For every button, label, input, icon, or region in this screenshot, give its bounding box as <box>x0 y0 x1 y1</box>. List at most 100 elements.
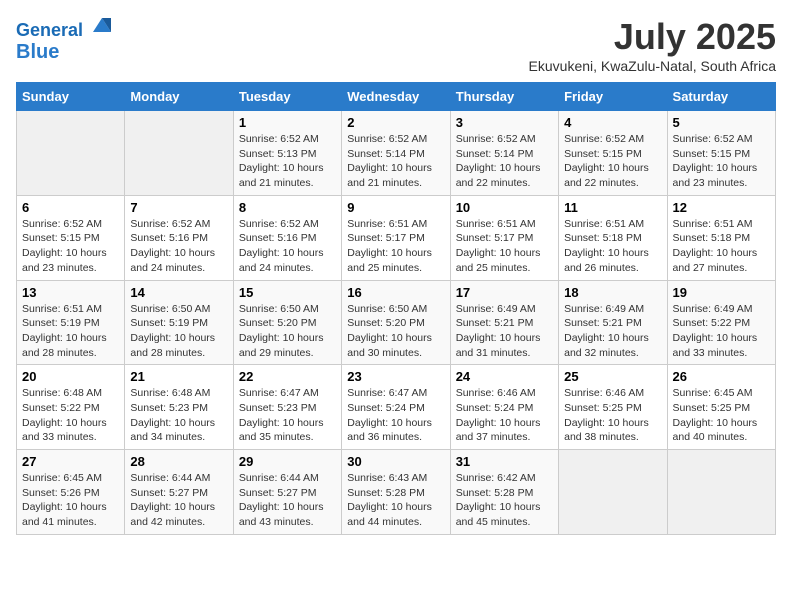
page-header: General Blue July 2025 Ekuvukeni, KwaZul… <box>16 16 776 74</box>
subtitle: Ekuvukeni, KwaZulu-Natal, South Africa <box>529 58 776 74</box>
calendar-cell: 2 Sunrise: 6:52 AM Sunset: 5:14 PM Daylig… <box>342 111 450 196</box>
day-number: 8 <box>239 200 336 215</box>
day-info: Sunrise: 6:46 AM Sunset: 5:25 PM Dayligh… <box>564 386 661 445</box>
day-info: Sunrise: 6:51 AM Sunset: 5:18 PM Dayligh… <box>564 217 661 276</box>
day-info: Sunrise: 6:51 AM Sunset: 5:18 PM Dayligh… <box>673 217 770 276</box>
day-number: 11 <box>564 200 661 215</box>
day-number: 2 <box>347 115 444 130</box>
calendar-cell: 15 Sunrise: 6:50 AM Sunset: 5:20 PM Dayli… <box>233 280 341 365</box>
day-info: Sunrise: 6:50 AM Sunset: 5:20 PM Dayligh… <box>239 302 336 361</box>
col-monday: Monday <box>125 83 233 111</box>
day-info: Sunrise: 6:50 AM Sunset: 5:19 PM Dayligh… <box>130 302 227 361</box>
day-info: Sunrise: 6:51 AM Sunset: 5:17 PM Dayligh… <box>347 217 444 276</box>
calendar-cell: 26 Sunrise: 6:45 AM Sunset: 5:25 PM Dayli… <box>667 365 775 450</box>
day-info: Sunrise: 6:49 AM Sunset: 5:21 PM Dayligh… <box>456 302 553 361</box>
calendar-cell: 17Sunrise: 6:49 AM Sunset: 5:21 PM Dayli… <box>450 280 558 365</box>
calendar-cell: 10Sunrise: 6:51 AM Sunset: 5:17 PM Dayli… <box>450 195 558 280</box>
calendar-cell: 4 Sunrise: 6:52 AM Sunset: 5:15 PM Daylig… <box>559 111 667 196</box>
calendar-week-4: 20Sunrise: 6:48 AM Sunset: 5:22 PM Dayli… <box>17 365 776 450</box>
calendar-cell: 9 Sunrise: 6:51 AM Sunset: 5:17 PM Daylig… <box>342 195 450 280</box>
header-row: Sunday Monday Tuesday Wednesday Thursday… <box>17 83 776 111</box>
day-number: 13 <box>22 285 119 300</box>
day-info: Sunrise: 6:52 AM Sunset: 5:15 PM Dayligh… <box>564 132 661 191</box>
day-number: 24 <box>456 369 553 384</box>
day-number: 28 <box>130 454 227 469</box>
calendar-cell <box>667 450 775 535</box>
day-number: 26 <box>673 369 770 384</box>
day-number: 16 <box>347 285 444 300</box>
calendar-cell: 6 Sunrise: 6:52 AM Sunset: 5:15 PM Daylig… <box>17 195 125 280</box>
calendar-cell: 7 Sunrise: 6:52 AM Sunset: 5:16 PM Daylig… <box>125 195 233 280</box>
logo: General Blue <box>16 16 113 63</box>
logo-blue: Blue <box>16 41 113 63</box>
calendar-week-3: 13Sunrise: 6:51 AM Sunset: 5:19 PM Dayli… <box>17 280 776 365</box>
day-number: 18 <box>564 285 661 300</box>
calendar-cell: 13Sunrise: 6:51 AM Sunset: 5:19 PM Dayli… <box>17 280 125 365</box>
day-number: 23 <box>347 369 444 384</box>
day-number: 14 <box>130 285 227 300</box>
day-info: Sunrise: 6:52 AM Sunset: 5:16 PM Dayligh… <box>239 217 336 276</box>
calendar-body: 1 Sunrise: 6:52 AM Sunset: 5:13 PM Daylig… <box>17 111 776 535</box>
calendar-cell: 28 Sunrise: 6:44 AM Sunset: 5:27 PM Dayli… <box>125 450 233 535</box>
logo-general: General <box>16 20 83 40</box>
calendar-cell: 20Sunrise: 6:48 AM Sunset: 5:22 PM Dayli… <box>17 365 125 450</box>
calendar-cell: 11 Sunrise: 6:51 AM Sunset: 5:18 PM Dayli… <box>559 195 667 280</box>
calendar-cell: 5 Sunrise: 6:52 AM Sunset: 5:15 PM Daylig… <box>667 111 775 196</box>
day-info: Sunrise: 6:49 AM Sunset: 5:21 PM Dayligh… <box>564 302 661 361</box>
day-number: 9 <box>347 200 444 215</box>
calendar-cell: 24 Sunrise: 6:46 AM Sunset: 5:24 PM Dayli… <box>450 365 558 450</box>
col-thursday: Thursday <box>450 83 558 111</box>
day-number: 22 <box>239 369 336 384</box>
calendar-table: Sunday Monday Tuesday Wednesday Thursday… <box>16 82 776 535</box>
day-info: Sunrise: 6:45 AM Sunset: 5:26 PM Dayligh… <box>22 471 119 530</box>
day-info: Sunrise: 6:52 AM Sunset: 5:15 PM Dayligh… <box>22 217 119 276</box>
day-info: Sunrise: 6:46 AM Sunset: 5:24 PM Dayligh… <box>456 386 553 445</box>
day-info: Sunrise: 6:52 AM Sunset: 5:14 PM Dayligh… <box>456 132 553 191</box>
day-number: 6 <box>22 200 119 215</box>
day-info: Sunrise: 6:42 AM Sunset: 5:28 PM Dayligh… <box>456 471 553 530</box>
calendar-cell: 31 Sunrise: 6:42 AM Sunset: 5:28 PM Dayli… <box>450 450 558 535</box>
col-wednesday: Wednesday <box>342 83 450 111</box>
day-number: 5 <box>673 115 770 130</box>
day-number: 29 <box>239 454 336 469</box>
calendar-cell <box>559 450 667 535</box>
day-number: 1 <box>239 115 336 130</box>
main-title: July 2025 <box>529 16 776 58</box>
day-info: Sunrise: 6:52 AM Sunset: 5:15 PM Dayligh… <box>673 132 770 191</box>
day-info: Sunrise: 6:52 AM Sunset: 5:13 PM Dayligh… <box>239 132 336 191</box>
calendar-cell <box>17 111 125 196</box>
logo-blue-text: Blue <box>16 41 59 63</box>
calendar-cell <box>125 111 233 196</box>
day-info: Sunrise: 6:47 AM Sunset: 5:24 PM Dayligh… <box>347 386 444 445</box>
day-number: 3 <box>456 115 553 130</box>
col-friday: Friday <box>559 83 667 111</box>
day-info: Sunrise: 6:47 AM Sunset: 5:23 PM Dayligh… <box>239 386 336 445</box>
calendar-cell: 30Sunrise: 6:43 AM Sunset: 5:28 PM Dayli… <box>342 450 450 535</box>
day-info: Sunrise: 6:45 AM Sunset: 5:25 PM Dayligh… <box>673 386 770 445</box>
day-number: 7 <box>130 200 227 215</box>
day-info: Sunrise: 6:52 AM Sunset: 5:14 PM Dayligh… <box>347 132 444 191</box>
day-number: 21 <box>130 369 227 384</box>
day-info: Sunrise: 6:44 AM Sunset: 5:27 PM Dayligh… <box>130 471 227 530</box>
calendar-week-5: 27 Sunrise: 6:45 AM Sunset: 5:26 PM Dayli… <box>17 450 776 535</box>
day-number: 31 <box>456 454 553 469</box>
day-number: 15 <box>239 285 336 300</box>
calendar-cell: 14 Sunrise: 6:50 AM Sunset: 5:19 PM Dayli… <box>125 280 233 365</box>
calendar-cell: 16Sunrise: 6:50 AM Sunset: 5:20 PM Dayli… <box>342 280 450 365</box>
calendar-cell: 12Sunrise: 6:51 AM Sunset: 5:18 PM Dayli… <box>667 195 775 280</box>
day-info: Sunrise: 6:43 AM Sunset: 5:28 PM Dayligh… <box>347 471 444 530</box>
title-block: July 2025 Ekuvukeni, KwaZulu-Natal, Sout… <box>529 16 776 74</box>
calendar-cell: 8 Sunrise: 6:52 AM Sunset: 5:16 PM Daylig… <box>233 195 341 280</box>
calendar-cell: 1 Sunrise: 6:52 AM Sunset: 5:13 PM Daylig… <box>233 111 341 196</box>
day-info: Sunrise: 6:49 AM Sunset: 5:22 PM Dayligh… <box>673 302 770 361</box>
day-info: Sunrise: 6:52 AM Sunset: 5:16 PM Dayligh… <box>130 217 227 276</box>
day-info: Sunrise: 6:51 AM Sunset: 5:17 PM Dayligh… <box>456 217 553 276</box>
calendar-cell: 25Sunrise: 6:46 AM Sunset: 5:25 PM Dayli… <box>559 365 667 450</box>
day-number: 4 <box>564 115 661 130</box>
day-info: Sunrise: 6:48 AM Sunset: 5:22 PM Dayligh… <box>22 386 119 445</box>
calendar-cell: 18 Sunrise: 6:49 AM Sunset: 5:21 PM Dayli… <box>559 280 667 365</box>
day-number: 19 <box>673 285 770 300</box>
day-number: 27 <box>22 454 119 469</box>
calendar-week-1: 1 Sunrise: 6:52 AM Sunset: 5:13 PM Daylig… <box>17 111 776 196</box>
logo-icon <box>91 14 113 36</box>
